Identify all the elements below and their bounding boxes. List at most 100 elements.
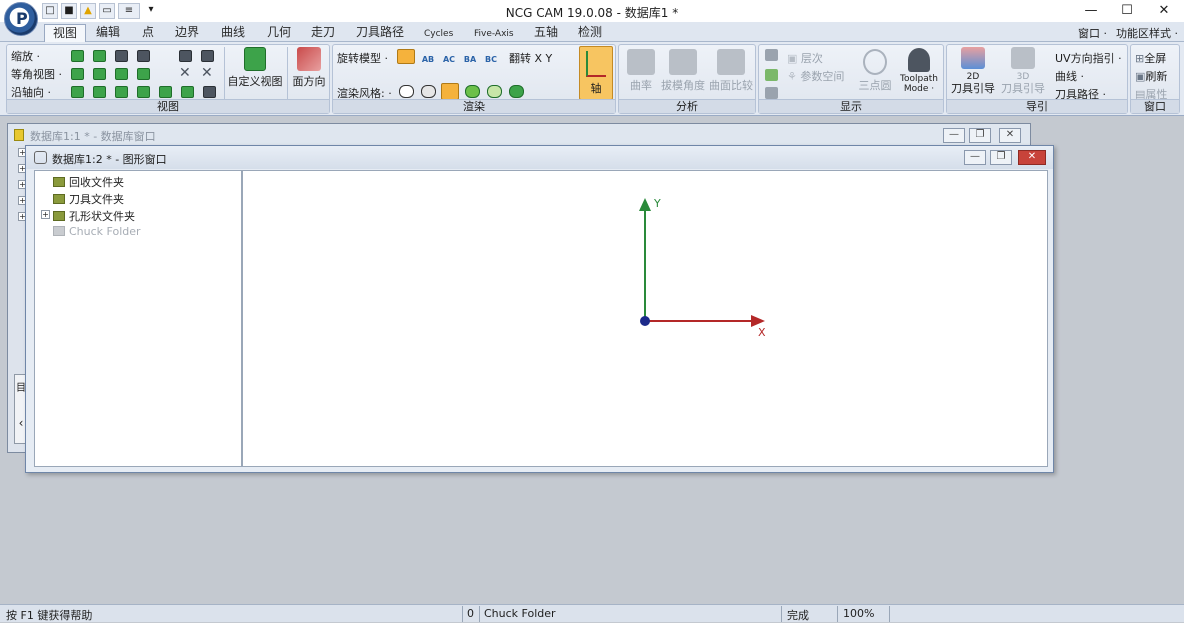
axis-view-7-icon[interactable] [203,86,216,98]
three-point-circle-button[interactable]: 三点圆 [857,49,893,93]
axis-view-4-icon[interactable] [137,86,150,98]
layer-button[interactable]: ▣ 层次 [787,50,823,66]
ribbon-style-menu[interactable]: 功能区样式 · [1116,25,1178,41]
graphics-viewport[interactable]: Y X [242,170,1048,467]
curve-guide-dropdown[interactable]: 曲线 · [1055,68,1084,84]
fullscreen-label: 全屏 [1144,52,1167,65]
draft-angle-button[interactable]: 拔模角度 [659,49,707,93]
wireframe-style-icon[interactable] [399,85,414,98]
graphics-window-icon [34,151,47,164]
database-restore-button[interactable]: ❐ [969,128,991,143]
isometric-view-dropdown[interactable]: 等角视图 · [11,66,62,82]
view-next-icon[interactable] [201,50,214,62]
minimize-button[interactable]: — [1077,2,1105,20]
database-minimize-button[interactable]: — [943,128,965,143]
graphics-close-button[interactable]: ✕ [1018,150,1046,165]
status-bar: 按 F1 键获得帮助 0 Chuck Folder 完成 100% [0,604,1184,622]
tab-edit[interactable]: 编辑 [88,24,128,42]
graphics-minimize-button[interactable]: — [964,150,986,165]
window-group: ⊞全屏 ▣刷新 ▤属性 窗口 [1130,44,1180,114]
axis-view-6-icon[interactable] [181,86,194,98]
graphics-window-titlebar[interactable]: 数据库1:2 * - 图形窗口 — ❐ ✕ [26,146,1053,169]
tree-item-label: Chuck Folder [69,225,141,238]
tab-toolpath[interactable]: 刀具路径 [348,24,412,42]
maximize-button[interactable]: ☐ [1113,2,1141,20]
view-group: 缩放 · 等角视图 · 沿轴向 · ✕ ✕ 自定义视图 面方向 视图 [6,44,330,114]
hidden-line-style-icon[interactable] [421,85,436,98]
shaded-style-active-icon[interactable] [441,83,459,100]
guide-3d-button[interactable]: 3D 刀具引导 [999,47,1047,94]
tab-geometry[interactable]: 几何 [259,24,299,42]
tab-point[interactable]: 点 [134,24,162,42]
fullscreen-button[interactable]: ⊞全屏 [1135,50,1166,66]
tree-expand-icon[interactable]: + [41,210,50,219]
guide-3d-label: 刀具引导 [1001,82,1045,95]
tab-five-axis-cn[interactable]: 五轴 [526,24,566,42]
tab-inspect[interactable]: 检测 [570,24,610,42]
tab-curve[interactable]: 曲线 [213,24,253,42]
iso-view-3-icon[interactable] [115,68,128,80]
zoom-window-icon[interactable] [115,50,128,62]
database-window-titlebar[interactable]: 数据库1:1 * - 数据库窗口 — ❐ ✕ [8,124,1030,146]
custom-view-button[interactable]: 自定义视图 [227,47,283,89]
database-close-button[interactable]: ✕ [999,128,1021,143]
window-group-label: 窗口 [1131,99,1179,113]
rotate-ab-button[interactable]: AB [419,47,437,65]
guide-2d-button[interactable]: 2D 刀具引导 [949,47,997,94]
axis-view-1-icon[interactable] [71,86,84,98]
rotate-model-dropdown[interactable]: 旋转模型 · [337,50,388,66]
axis-view-2-icon[interactable] [93,86,106,98]
iso-view-4-icon[interactable] [137,68,150,80]
tree-item-recycle-folder[interactable]: 回收文件夹 [53,174,124,190]
folder-tree: 回收文件夹 刀具文件夹 + 孔形状文件夹 Chuck Folder [34,170,242,467]
axis-view-3-icon[interactable] [115,86,128,98]
window-menu[interactable]: 窗口 · [1078,25,1107,41]
face-direction-button[interactable]: 面方向 [290,47,328,89]
along-axis-dropdown[interactable]: 沿轴向 · [11,84,51,100]
tab-view[interactable]: 视图 [44,24,87,42]
axis-icon [586,51,606,77]
display-group: ▣ 层次 ⚘ 参数空间 三点圆 Toolpath Mode · 显示 [758,44,944,114]
tab-toolpath-run[interactable]: 走刀 [303,24,343,42]
display-icon-2[interactable] [765,69,778,81]
guide-2d-top-label: 2D [966,72,980,82]
rotate-ac-button[interactable]: AC [440,47,458,65]
axis-button[interactable]: 轴 [579,46,613,100]
shrink-icon[interactable]: ✕ [179,65,191,81]
refresh-button[interactable]: ▣刷新 [1135,68,1167,84]
rotate-active-icon[interactable] [397,49,415,64]
graphics-window: 数据库1:2 * - 图形窗口 — ❐ ✕ 回收文件夹 刀具文件夹 + 孔形状文… [25,145,1054,473]
app-logo-button[interactable]: P [4,2,38,36]
zoom-dropdown[interactable]: 缩放 · [11,48,40,64]
iso-view-2-icon[interactable] [93,68,106,80]
toolpath-mode-button[interactable]: Toolpath Mode · [897,48,941,94]
axis-view-5-icon[interactable] [159,86,172,98]
tree-item-hole-folder[interactable]: + 孔形状文件夹 [41,208,135,224]
tree-item-tool-folder[interactable]: 刀具文件夹 [53,191,124,207]
uv-guide-dropdown[interactable]: UV方向指引 · [1055,50,1122,66]
tree-item-chuck-folder[interactable]: Chuck Folder [53,225,141,241]
rotate-ba-button[interactable]: BA [461,47,479,65]
guide-3d-icon [1011,47,1035,69]
shaded-edges-style-icon[interactable] [465,85,480,98]
display-icon-3[interactable] [765,87,778,99]
display-group-label: 显示 [759,99,943,113]
rotate-bc-button[interactable]: BC [482,47,500,65]
view-prev-icon[interactable] [179,50,192,62]
param-space-button[interactable]: ⚘ 参数空间 [787,68,844,84]
curvature-button[interactable]: 曲率 [623,49,659,93]
flip-xy-button[interactable]: 翻转 X Y [509,50,552,66]
display-icon-1[interactable] [765,49,778,61]
draft-angle-label: 拔模角度 [661,79,705,92]
zoom-out-icon[interactable] [93,50,106,62]
solid-style-icon[interactable] [509,85,524,98]
zoom-reset-icon[interactable] [137,50,150,62]
zoom-in-icon[interactable] [71,50,84,62]
transparent-style-icon[interactable] [487,85,502,98]
iso-view-1-icon[interactable] [71,68,84,80]
surface-compare-button[interactable]: 曲面比较 [707,49,755,93]
expand-icon[interactable]: ✕ [201,65,213,81]
close-button[interactable]: ✕ [1150,2,1178,20]
tab-boundary[interactable]: 边界 [167,24,207,42]
graphics-restore-button[interactable]: ❐ [990,150,1012,165]
